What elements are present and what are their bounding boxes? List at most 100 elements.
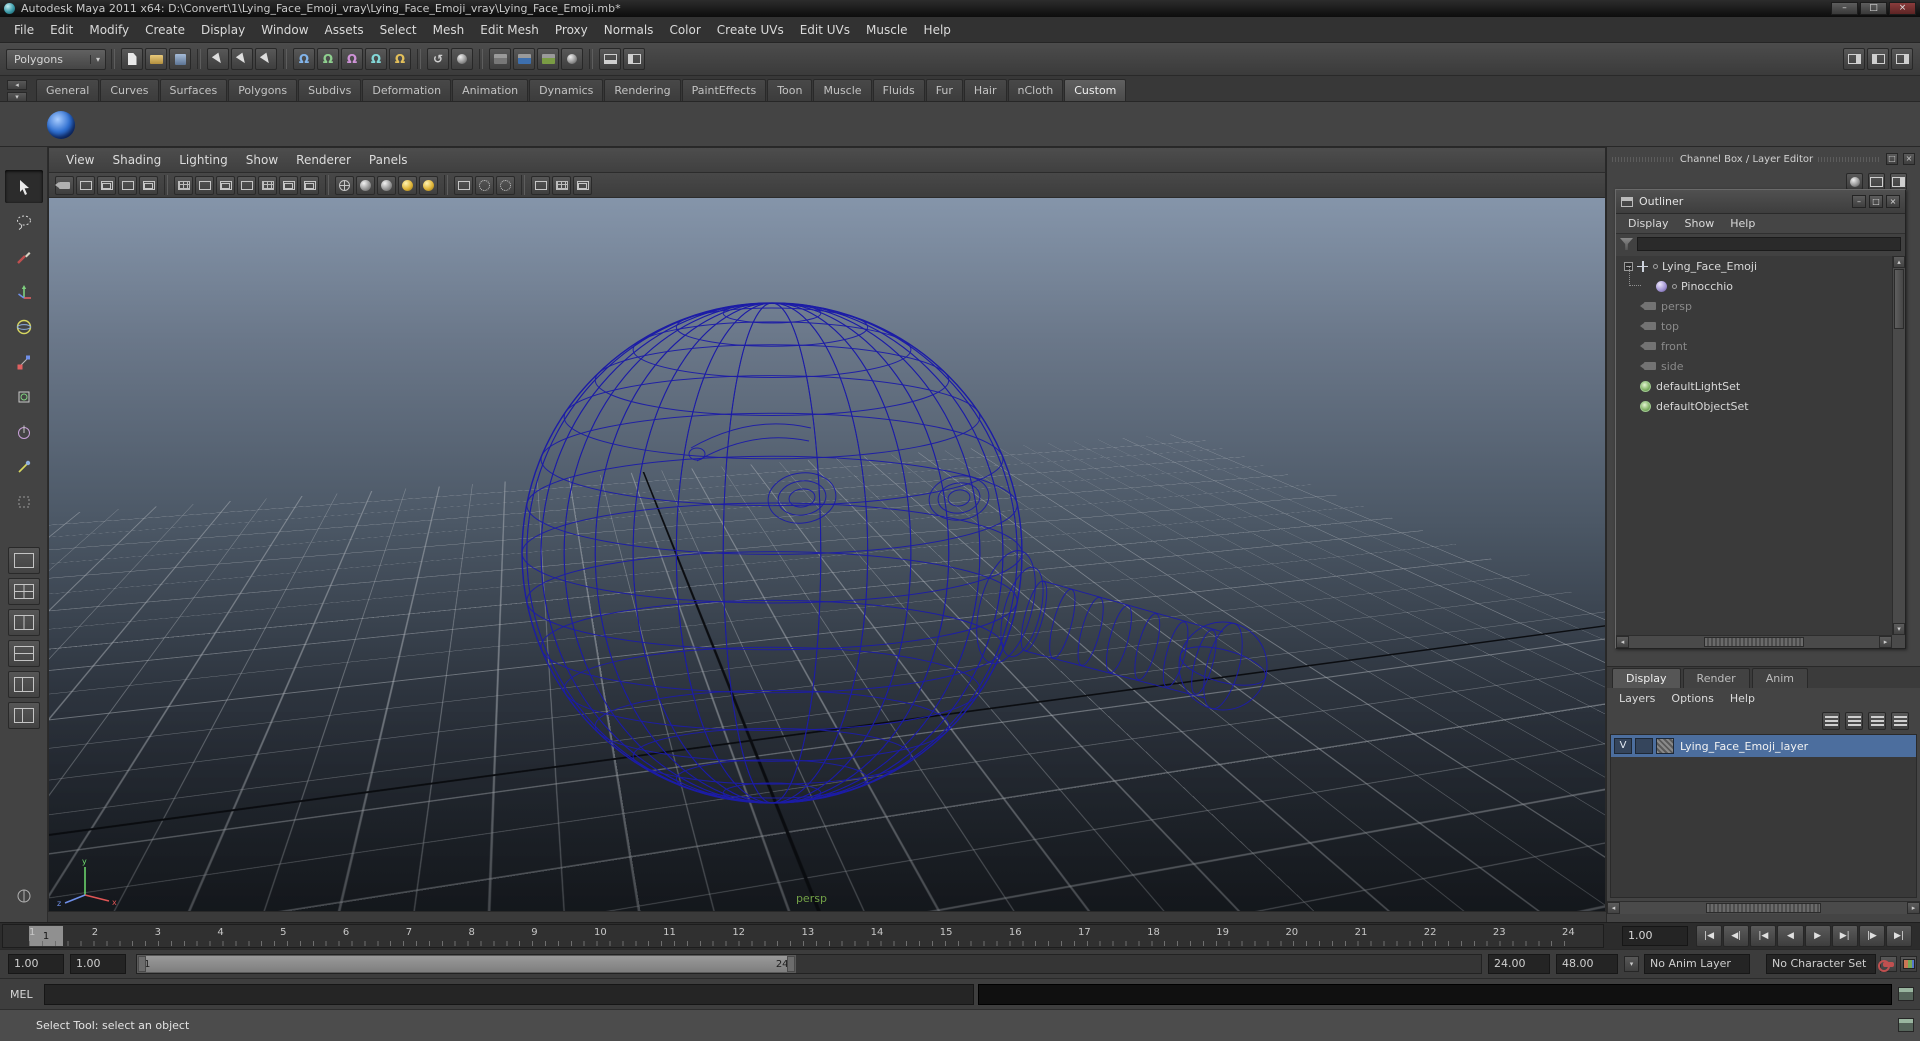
go-to-end-button[interactable]: ▶| (1886, 925, 1912, 947)
open-render-view-button[interactable] (489, 48, 511, 70)
animation-preferences-button[interactable] (1900, 956, 1917, 972)
menu-muscle[interactable]: Muscle (858, 19, 916, 41)
tab-render[interactable]: Render (1683, 668, 1750, 688)
shelf-tab-custom[interactable]: Custom (1064, 79, 1126, 101)
pane-layout-2-button[interactable] (552, 176, 571, 195)
scroll-right-icon[interactable]: ▸ (1907, 902, 1920, 914)
outliner-close-button[interactable]: × (1886, 195, 1900, 208)
command-line-label[interactable]: MEL (10, 988, 33, 1001)
layer-visibility-toggle[interactable]: V (1614, 738, 1632, 754)
anim-layer-field[interactable]: No Anim Layer (1644, 954, 1750, 974)
shelf-custom-item-button[interactable] (44, 108, 78, 142)
layer-playback-toggle[interactable] (1635, 738, 1653, 754)
wireframe-button[interactable] (335, 176, 354, 195)
outliner-window[interactable]: Outliner – □ × Display Show Help (1615, 189, 1906, 649)
open-scene-button[interactable] (145, 48, 167, 70)
outliner-maximize-button[interactable]: □ (1869, 195, 1883, 208)
scroll-right-icon[interactable]: ▸ (1879, 636, 1892, 648)
snap-grid-button[interactable]: Ω (293, 48, 315, 70)
viewport-menu-view[interactable]: View (57, 150, 103, 170)
snap-point-button[interactable]: Ω (341, 48, 363, 70)
outliner-menu-display[interactable]: Display (1620, 215, 1677, 232)
toolbox-toggle-button[interactable] (623, 48, 645, 70)
scroll-left-icon[interactable]: ◂ (1607, 902, 1620, 914)
menu-edit-mesh[interactable]: Edit Mesh (472, 19, 547, 41)
show-tool-settings-button[interactable] (1867, 48, 1889, 70)
outliner-row-lying-face-emoji[interactable]: − Lying_Face_Emoji (1616, 256, 1892, 276)
select-component-button[interactable] (255, 48, 277, 70)
scroll-up-icon[interactable]: ▴ (1893, 256, 1905, 268)
xray-button[interactable] (475, 176, 494, 195)
animation-start-field[interactable]: 1.00 (8, 954, 64, 974)
paint-effects-button[interactable] (599, 48, 621, 70)
scrollbar-thumb[interactable] (1894, 269, 1904, 329)
menu-color[interactable]: Color (661, 19, 708, 41)
shelf-tab-rendering[interactable]: Rendering (604, 79, 680, 101)
viewport-menu-renderer[interactable]: Renderer (287, 150, 360, 170)
show-channel-box-button[interactable] (1891, 48, 1913, 70)
options-menu[interactable]: Options (1663, 690, 1721, 707)
move-layer-down-button[interactable] (1845, 712, 1863, 730)
lasso-tool-button[interactable] (5, 205, 43, 238)
shelf-tab-curves[interactable]: Curves (100, 79, 158, 101)
playback-start-field[interactable]: 1.00 (70, 954, 126, 974)
current-time-field[interactable]: 1.00 (1622, 926, 1688, 946)
scroll-left-icon[interactable]: ◂ (1616, 636, 1629, 648)
new-scene-button[interactable] (121, 48, 143, 70)
viewport-canvas[interactable]: persp y x z (49, 198, 1605, 911)
channel-box-header[interactable]: Channel Box / Layer Editor □ × (1607, 147, 1920, 171)
soft-modification-tool-button[interactable] (5, 415, 43, 448)
snap-plane-button[interactable]: Ω (365, 48, 387, 70)
layout-three-left-button[interactable] (8, 671, 40, 698)
step-forward-key-button[interactable]: ▶| (1832, 925, 1858, 947)
tab-anim[interactable]: Anim (1752, 668, 1808, 688)
render-current-frame-button[interactable] (513, 48, 535, 70)
snap-curve-button[interactable]: Ω (317, 48, 339, 70)
menu-modify[interactable]: Modify (81, 19, 137, 41)
menu-edit[interactable]: Edit (42, 19, 81, 41)
panel-close-button[interactable]: × (1903, 153, 1915, 165)
viewport-menu-panels[interactable]: Panels (360, 150, 417, 170)
channel-manipulator-button[interactable] (1846, 173, 1863, 190)
viewport-menu-shading[interactable]: Shading (103, 150, 170, 170)
step-back-key-button[interactable]: |◀ (1750, 925, 1776, 947)
shelf-tab-hair[interactable]: Hair (964, 79, 1007, 101)
shadows-button[interactable] (419, 176, 438, 195)
help-line-toggle-icon[interactable] (1898, 1018, 1914, 1032)
menu-file[interactable]: File (6, 19, 42, 41)
menu-edit-uvs[interactable]: Edit UVs (792, 19, 858, 41)
outliner-row-defaultlightset[interactable]: defaultLightSet (1616, 376, 1892, 396)
move-tool-button[interactable] (5, 275, 43, 308)
range-slider-active[interactable]: 1 24 (137, 955, 796, 973)
layer-editor-scrollbar[interactable]: ◂ ▸ (1607, 901, 1920, 914)
outliner-menu-show[interactable]: Show (1677, 215, 1723, 232)
scroll-down-icon[interactable]: ▾ (1893, 623, 1905, 635)
menu-select[interactable]: Select (372, 19, 425, 41)
shelf-tab-surfaces[interactable]: Surfaces (160, 79, 228, 101)
time-slider[interactable]: 1 1 2 3 4 5 6 7 8 9 10 11 12 13 14 15 16… (2, 924, 1604, 948)
outliner-title-bar[interactable]: Outliner – □ × (1616, 190, 1905, 214)
shelf-tab-painteffects[interactable]: PaintEffects (682, 79, 767, 101)
shelf-tab-dynamics[interactable]: Dynamics (529, 79, 603, 101)
outliner-row-front[interactable]: front (1616, 336, 1892, 356)
outliner-row-side[interactable]: side (1616, 356, 1892, 376)
step-back-frame-button[interactable]: ◀| (1723, 925, 1749, 947)
paint-select-tool-button[interactable] (5, 240, 43, 273)
menu-assets[interactable]: Assets (317, 19, 372, 41)
pane-layout-1-button[interactable] (531, 176, 550, 195)
command-line-input[interactable] (44, 984, 974, 1005)
range-slider[interactable]: 1 24 (136, 954, 1482, 974)
menu-create[interactable]: Create (137, 19, 193, 41)
menu-display[interactable]: Display (193, 19, 253, 41)
outliner-row-pinocchio[interactable]: Pinocchio (1616, 276, 1892, 296)
menu-help[interactable]: Help (916, 19, 959, 41)
shelf-tab-muscle[interactable]: Muscle (813, 79, 871, 101)
select-object-button[interactable] (231, 48, 253, 70)
go-to-start-button[interactable]: |◀ (1696, 925, 1722, 947)
minimize-button[interactable]: – (1831, 2, 1858, 15)
shelf-tab-fur[interactable]: Fur (926, 79, 963, 101)
play-forwards-button[interactable]: ▶ (1805, 925, 1831, 947)
show-attribute-editor-button[interactable] (1843, 48, 1865, 70)
channel-hyperbolic-button[interactable] (1890, 173, 1907, 190)
panel-dock-button[interactable]: □ (1886, 153, 1898, 165)
